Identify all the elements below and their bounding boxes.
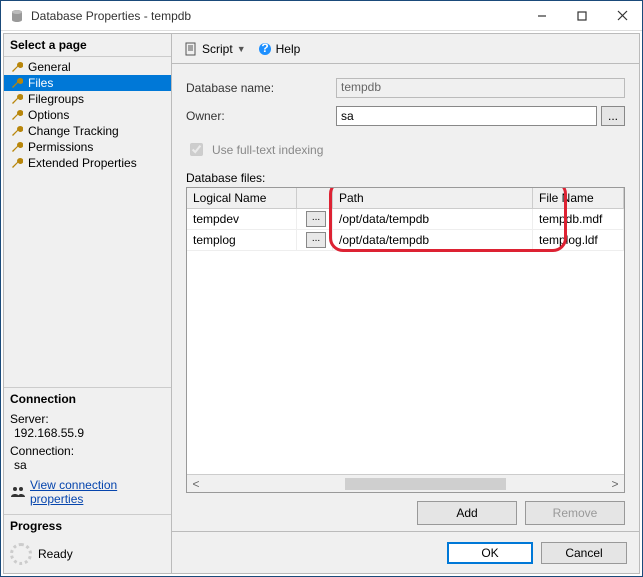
dbname-field: tempdb [336, 78, 625, 98]
page-item-options[interactable]: Options [4, 107, 171, 123]
main-panel: Script ▼ ? Help Database name: tempdb Ow… [172, 34, 639, 573]
close-button[interactable] [602, 2, 642, 30]
owner-label: Owner: [186, 109, 336, 123]
page-item-label: Filegroups [28, 92, 84, 106]
chevron-down-icon: ▼ [237, 44, 246, 54]
cell-filename[interactable]: templog.ldf [533, 230, 624, 250]
progress-header: Progress [10, 519, 165, 533]
script-label: Script [202, 42, 233, 56]
page-item-filegroups[interactable]: Filegroups [4, 91, 171, 107]
col-logical-name[interactable]: Logical Name [187, 188, 297, 208]
progress-ring-icon [10, 543, 32, 565]
col-file-name[interactable]: File Name [533, 188, 624, 208]
wrench-icon [10, 60, 24, 74]
horizontal-scrollbar[interactable]: < > [187, 474, 624, 492]
scroll-track[interactable] [205, 477, 606, 491]
svg-text:?: ? [261, 42, 268, 55]
cell-browse[interactable]: ... [297, 230, 333, 250]
page-item-label: Change Tracking [28, 124, 119, 138]
script-icon [184, 42, 198, 56]
page-list: General Files Filegroups Options Change Trac… [4, 57, 171, 173]
dialog-footer: OK Cancel [172, 531, 639, 573]
owner-field[interactable] [336, 106, 597, 126]
sidebar-header: Select a page [4, 34, 171, 57]
sidebar: Select a page General Files Filegroups Opti… [4, 34, 172, 573]
page-item-change-tracking[interactable]: Change Tracking [4, 123, 171, 139]
grid-header: Logical Name Path File Name [187, 188, 624, 209]
progress-section: Progress Ready [4, 514, 171, 573]
view-connection-properties-link[interactable]: View connection properties [30, 478, 165, 506]
cell-logical[interactable]: tempdev [187, 209, 297, 229]
fulltext-label: Use full-text indexing [212, 143, 323, 157]
scroll-thumb[interactable] [345, 478, 505, 490]
page-item-permissions[interactable]: Permissions [4, 139, 171, 155]
database-icon [9, 8, 25, 24]
cancel-button[interactable]: Cancel [541, 542, 627, 564]
titlebar: Database Properties - tempdb [1, 1, 642, 31]
dbname-label: Database name: [186, 81, 336, 95]
cell-path[interactable]: /opt/data/tempdb [333, 230, 533, 250]
wrench-icon [10, 124, 24, 138]
wrench-icon [10, 108, 24, 122]
people-icon [10, 486, 26, 498]
dialog-window: Database Properties - tempdb Select a pa… [0, 0, 643, 577]
wrench-icon [10, 156, 24, 170]
minimize-button[interactable] [522, 2, 562, 30]
page-item-extended-properties[interactable]: Extended Properties [4, 155, 171, 171]
cell-path[interactable]: /opt/data/tempdb [333, 209, 533, 229]
connection-label: Connection: [10, 444, 165, 458]
scroll-right-icon[interactable]: > [606, 477, 624, 491]
connection-section: Connection Server: 192.168.55.9 Connecti… [4, 387, 171, 514]
table-row[interactable]: templog... /opt/data/tempdbtemplog.ldf [187, 230, 624, 251]
server-label: Server: [10, 412, 165, 426]
wrench-icon [10, 92, 24, 106]
col-spacer [297, 188, 333, 208]
add-button[interactable]: Add [417, 501, 517, 525]
ok-button[interactable]: OK [447, 542, 533, 564]
help-icon: ? [258, 42, 272, 56]
maximize-button[interactable] [562, 2, 602, 30]
cell-logical[interactable]: templog [187, 230, 297, 250]
page-item-label: General [28, 60, 71, 74]
server-value: 192.168.55.9 [14, 426, 165, 440]
page-item-label: Extended Properties [28, 156, 137, 170]
table-row[interactable]: tempdev... /opt/data/tempdbtempdb.mdf [187, 209, 624, 230]
connection-value: sa [14, 458, 165, 472]
wrench-icon [10, 76, 24, 90]
page-item-label: Options [28, 108, 69, 122]
page-item-general[interactable]: General [4, 59, 171, 75]
wrench-icon [10, 140, 24, 154]
col-path[interactable]: Path [333, 188, 533, 208]
ellipsis-button[interactable]: ... [306, 232, 326, 248]
cell-filename[interactable]: tempdb.mdf [533, 209, 624, 229]
window-title: Database Properties - tempdb [31, 9, 522, 23]
files-grid[interactable]: Logical Name Path File Name tempdev... /o… [186, 187, 625, 493]
help-button[interactable]: ? Help [254, 40, 305, 58]
page-item-files[interactable]: Files [4, 75, 171, 91]
page-item-label: Permissions [28, 140, 93, 154]
script-button[interactable]: Script ▼ [180, 40, 250, 58]
scroll-left-icon[interactable]: < [187, 477, 205, 491]
connection-header: Connection [10, 392, 165, 406]
toolbar: Script ▼ ? Help [172, 34, 639, 64]
files-label: Database files: [186, 171, 625, 185]
help-label: Help [276, 42, 301, 56]
owner-browse-button[interactable]: ... [601, 106, 625, 126]
cell-browse[interactable]: ... [297, 209, 333, 229]
remove-button: Remove [525, 501, 625, 525]
ellipsis-button[interactable]: ... [306, 211, 326, 227]
fulltext-checkbox [190, 143, 203, 156]
progress-status: Ready [38, 547, 73, 561]
page-item-label: Files [28, 76, 53, 90]
